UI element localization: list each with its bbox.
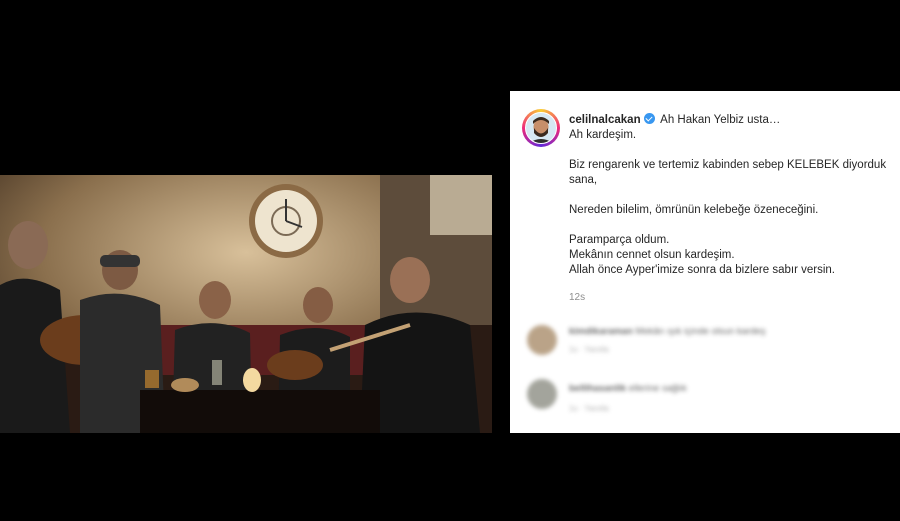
comment-avatar[interactable] <box>527 325 557 355</box>
caption-line-4: Biz rengarenk ve tertemiz kabinden sebep… <box>569 159 887 171</box>
avatar[interactable] <box>525 112 557 144</box>
caption-line-2: Ah kardeşim. <box>569 129 637 141</box>
caption-line-9: Paramparça oldum. <box>569 234 670 246</box>
comment-content: kimdikaraman Mekân ışık içinde olsun kar… <box>569 326 765 337</box>
caption-line-5: sana, <box>569 174 598 186</box>
instagram-post-panel: celilnalcakan Ah Hakan Yelbiz usta… Ah k… <box>510 91 900 433</box>
comment-text: ellerine sağlık <box>628 383 687 394</box>
wall-clock <box>249 184 323 258</box>
caption-line-7: Nereden bilelim, ömrünün kelebeğe özenec… <box>569 204 819 216</box>
caption-line-10: Mekânın cennet olsun kardeşim. <box>569 249 735 261</box>
story-ring[interactable] <box>522 109 560 147</box>
comment-content: bellihasanlik ellerine sağlık <box>569 383 687 394</box>
username-link[interactable]: celilnalcakan <box>569 114 641 126</box>
comment-avatar[interactable] <box>527 379 557 409</box>
post-timestamp: 12s <box>569 292 586 303</box>
video-frame[interactable] <box>0 175 492 433</box>
comment-username[interactable]: bellihasanlik <box>569 383 626 394</box>
comment-meta[interactable]: 1s · Yanıtla <box>569 404 609 413</box>
avatar-illustration <box>529 117 553 143</box>
comment-meta[interactable]: 1s · Yanıtla <box>569 345 609 354</box>
caption: celilnalcakan Ah Hakan Yelbiz usta… Ah k… <box>569 113 894 278</box>
caption-line-1: Ah Hakan Yelbiz usta… <box>660 114 781 126</box>
comment-username[interactable]: kimdikaraman <box>569 326 633 337</box>
musicians-scene-image <box>0 175 492 433</box>
verified-badge-icon <box>643 113 655 124</box>
comment-text: Mekân ışık içinde olsun kardeş <box>635 326 766 337</box>
caption-line-11: Allah önce Ayper'imize sonra da bizlere … <box>569 264 835 276</box>
post-caption-block: celilnalcakan Ah Hakan Yelbiz usta… Ah k… <box>510 91 900 313</box>
comments-list: kimdikaraman Mekân ışık içinde olsun kar… <box>510 313 900 433</box>
